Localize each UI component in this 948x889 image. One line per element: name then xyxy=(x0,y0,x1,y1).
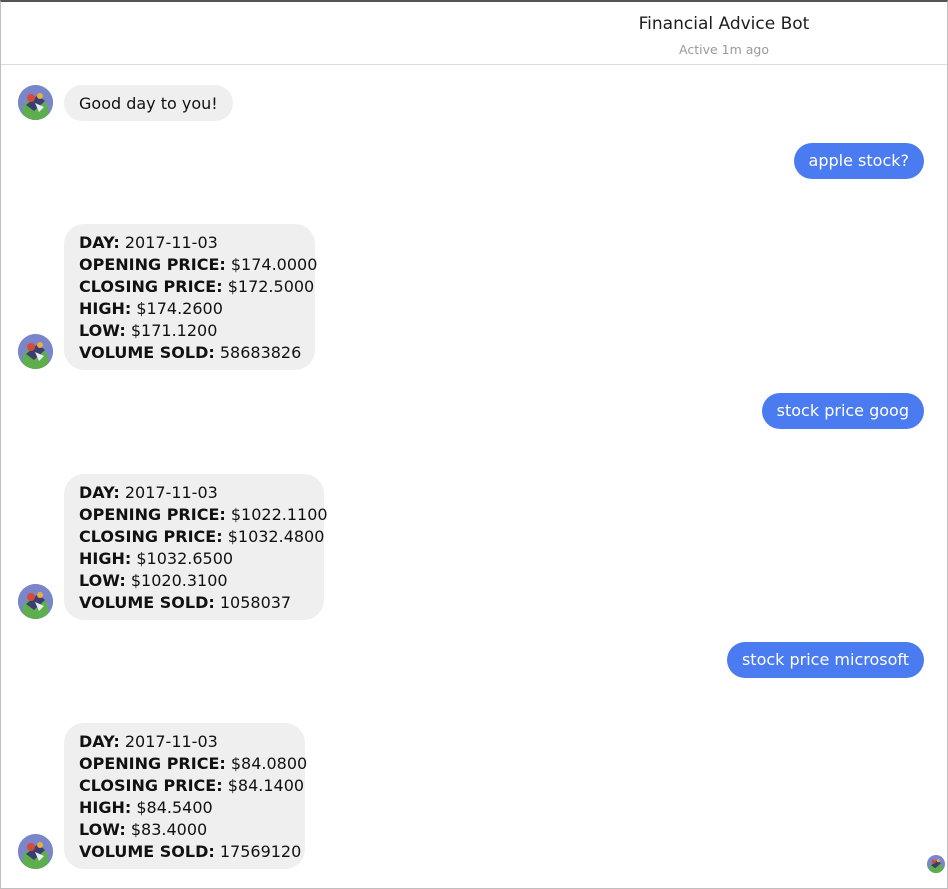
user-message-bubble: stock price goog xyxy=(761,393,924,429)
message-row: apple stock? xyxy=(1,142,947,180)
field-label: HIGH: xyxy=(79,549,132,568)
field-opening-price: OPENING PRICE: $84.0800 xyxy=(79,753,307,775)
field-value: $172.5000 xyxy=(227,277,315,296)
field-label: HIGH: xyxy=(79,299,132,318)
field-high: HIGH: $1032.6500 xyxy=(79,548,309,570)
message-row: DAY: 2017-11-03 OPENING PRICE: $1022.110… xyxy=(1,473,947,621)
bot-avatar-icon[interactable] xyxy=(18,834,53,869)
chat-title: Financial Advice Bot xyxy=(638,14,810,34)
field-value: $1020.3100 xyxy=(130,571,228,590)
user-message-bubble: apple stock? xyxy=(793,143,924,179)
field-label: CLOSING PRICE: xyxy=(79,776,223,795)
stock-card: DAY: 2017-11-03 OPENING PRICE: $84.0800 … xyxy=(64,723,307,869)
stock-card: DAY: 2017-11-03 OPENING PRICE: $174.0000… xyxy=(64,224,317,370)
user-message-bubble: stock price microsoft xyxy=(726,642,924,678)
bot-avatar-icon[interactable] xyxy=(18,334,53,369)
field-value: $174.0000 xyxy=(230,255,318,274)
message-row: Good day to you! xyxy=(1,83,947,123)
chat-window: Financial Advice Bot Active 1m ago Good … xyxy=(0,0,948,889)
stock-card: DAY: 2017-11-03 OPENING PRICE: $1022.110… xyxy=(64,474,328,620)
bot-avatar-icon[interactable] xyxy=(18,85,53,120)
field-value: $84.5400 xyxy=(136,798,213,817)
chat-header: Financial Advice Bot Active 1m ago xyxy=(1,2,947,65)
field-value: $84.1400 xyxy=(227,776,305,795)
field-high: HIGH: $84.5400 xyxy=(79,797,290,819)
message-row: stock price microsoft xyxy=(1,641,947,679)
field-value: 17569120 xyxy=(219,842,302,861)
field-label: LOW: xyxy=(79,820,126,839)
field-value: $174.2600 xyxy=(136,299,223,318)
message-list[interactable]: Good day to you! apple stock? DAY: 2017-… xyxy=(1,65,947,888)
field-value: $83.4000 xyxy=(130,820,208,839)
field-opening-price: OPENING PRICE: $1022.1100 xyxy=(79,504,328,526)
field-value: 58683826 xyxy=(219,343,302,362)
message-row: DAY: 2017-11-03 OPENING PRICE: $84.0800 … xyxy=(1,723,947,871)
field-label: CLOSING PRICE: xyxy=(79,277,223,296)
field-low: LOW: $1020.3100 xyxy=(79,570,309,592)
field-opening-price: OPENING PRICE: $174.0000 xyxy=(79,254,317,276)
field-day: DAY: 2017-11-03 xyxy=(79,482,309,504)
active-status: Active 1m ago xyxy=(679,42,769,57)
field-label: CLOSING PRICE: xyxy=(79,527,223,546)
field-volume-sold: VOLUME SOLD: 1058037 xyxy=(79,592,309,614)
field-value: $84.0800 xyxy=(230,754,308,773)
field-value: 2017-11-03 xyxy=(124,483,218,502)
field-value: $1032.4800 xyxy=(227,527,325,546)
field-high: HIGH: $174.2600 xyxy=(79,298,300,320)
bot-message-bubble: Good day to you! xyxy=(64,85,233,121)
field-value: 2017-11-03 xyxy=(124,732,218,751)
field-label: LOW: xyxy=(79,321,126,340)
field-label: DAY: xyxy=(79,233,120,252)
field-value: $171.1200 xyxy=(130,321,218,340)
field-label: VOLUME SOLD: xyxy=(79,842,215,861)
field-label: DAY: xyxy=(79,732,120,751)
field-label: VOLUME SOLD: xyxy=(79,343,215,362)
field-closing-price: CLOSING PRICE: $1032.4800 xyxy=(79,526,324,548)
field-label: VOLUME SOLD: xyxy=(79,593,215,612)
field-day: DAY: 2017-11-03 xyxy=(79,232,300,254)
seen-avatar-icon xyxy=(927,855,945,873)
field-closing-price: CLOSING PRICE: $172.5000 xyxy=(79,276,314,298)
field-low: LOW: $171.1200 xyxy=(79,320,300,342)
field-label: DAY: xyxy=(79,483,120,502)
field-label: HIGH: xyxy=(79,798,132,817)
field-value: $1032.6500 xyxy=(136,549,234,568)
field-value: $1022.1100 xyxy=(230,505,328,524)
field-value: 1058037 xyxy=(219,593,292,612)
field-closing-price: CLOSING PRICE: $84.1400 xyxy=(79,775,304,797)
field-volume-sold: VOLUME SOLD: 58683826 xyxy=(79,342,302,364)
field-low: LOW: $83.4000 xyxy=(79,819,290,841)
message-row: DAY: 2017-11-03 OPENING PRICE: $174.0000… xyxy=(1,223,947,371)
field-label: LOW: xyxy=(79,571,126,590)
field-label: OPENING PRICE: xyxy=(79,505,226,524)
field-label: OPENING PRICE: xyxy=(79,754,226,773)
bot-avatar-icon[interactable] xyxy=(18,584,53,619)
message-row: stock price goog xyxy=(1,392,947,430)
field-label: OPENING PRICE: xyxy=(79,255,226,274)
field-day: DAY: 2017-11-03 xyxy=(79,731,290,753)
field-value: 2017-11-03 xyxy=(124,233,218,252)
field-volume-sold: VOLUME SOLD: 17569120 xyxy=(79,841,301,863)
